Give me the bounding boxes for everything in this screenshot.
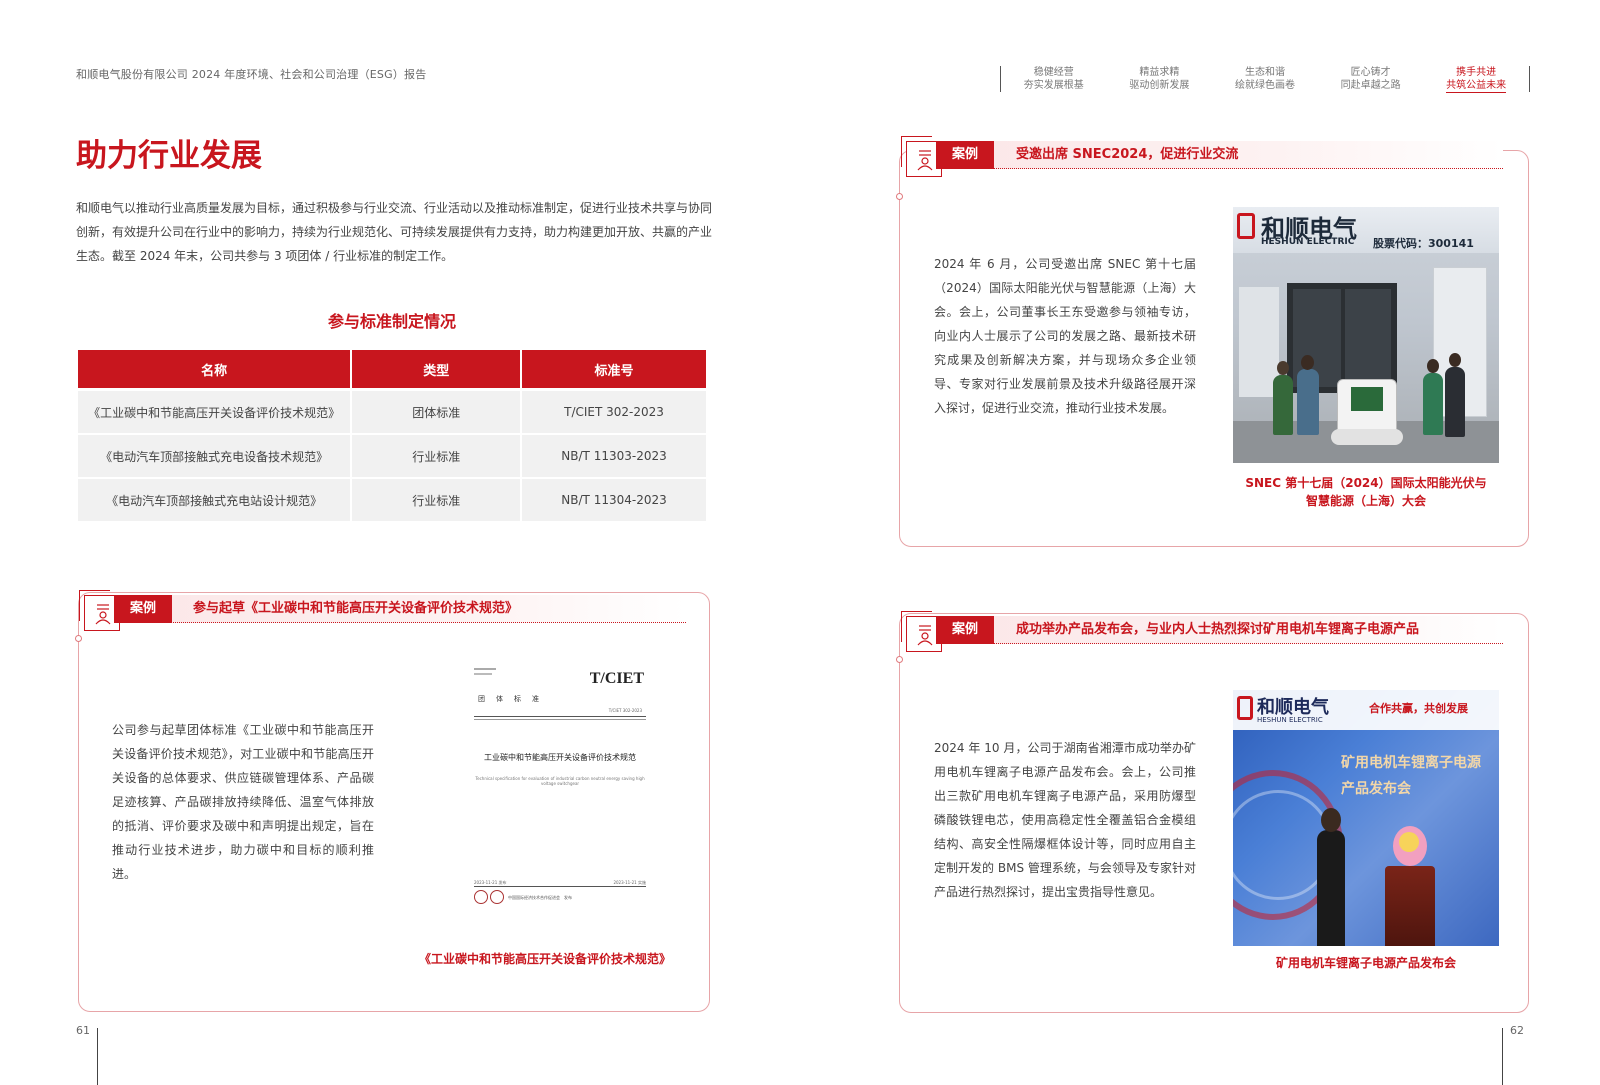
case-title: 参与起草《工业碳中和节能高压开关设备评价技术规范》 [193,601,519,616]
doc-title-en: Technical specification for evaluation o… [475,776,645,786]
case-title: 受邀出席 SNEC2024，促进行业交流 [1016,147,1239,162]
table-cell: T/CIET 302-2023 [522,391,706,435]
nav-item-line2: 共筑公益未来 [1446,80,1507,93]
image-caption: 《工业碳中和节能高压开关设备评价技术规范》 [418,952,671,966]
table-cell: 《电动汽车顶部接触式充电站设计规范》 [78,479,351,523]
booth-sign-en: HESHUN ELECTRIC [1261,237,1355,247]
table-cell: 团体标准 [352,391,521,435]
table-cell: 《工业碳中和节能高压开关设备评价技术规范》 [78,391,351,435]
banner-line1: 矿用电机车锂离子电源 [1341,755,1481,771]
footer-rule [97,1028,98,1085]
banner-slogan: 合作共赢，共创发展 [1369,702,1468,715]
case-text: 公司参与起草团体标准《工业碳中和节能高压开关设备评价技术规范》，对工业碳中和节能… [112,723,374,881]
banner-brand-en: HESHUN ELECTRIC [1257,716,1323,724]
banner-line2: 产品发布会 [1341,781,1411,797]
brand-logo-icon [1237,696,1253,720]
case-tag: 案例 [936,141,995,169]
doc-title-cn: 工业碳中和节能高压开关设备评价技术规范 [484,753,636,762]
booth-stock-code: 股票代码：300141 [1373,237,1474,250]
table-row: 《电动汽车顶部接触式充电站设计规范》 行业标准 NB/T 11304-2023 [78,479,706,523]
image-caption-line2: 智慧能源（上海）大会 [1305,494,1426,508]
image-caption: 矿用电机车锂离子电源产品发布会 [1275,956,1456,970]
nav-item-operations[interactable]: 稳健经营 夯实发展根基 [1001,66,1107,92]
brand-logo-icon [1237,213,1255,239]
nav-item-line1: 稳健经营 [1033,67,1074,78]
table-row: 《电动汽车顶部接触式充电设备技术规范》 行业标准 NB/T 11303-2023 [78,435,706,479]
page-number-left: 61 [76,1024,90,1037]
standard-document-cover: T/CIET 团 体 标 准 T/CIET 302-2023 工业碳中和节能高压… [470,664,650,924]
nav-item-line1: 生态和谐 [1244,67,1285,78]
decor-dot [896,193,903,200]
case-tag: 案例 [114,595,173,623]
report-title: 和顺电气股份有限公司 2024 年度环境、社会和公司治理（ESG）报告 [76,68,427,81]
nav-item-talent[interactable]: 匠心铸才 同赴卓越之路 [1318,66,1424,92]
section-nav: 稳健经营 夯实发展根基 精益求精 驱动创新发展 生态和谐 绘就绿色画卷 匠心铸才… [1000,66,1530,93]
table-header-type: 类型 [352,350,521,391]
decor-dot [896,656,903,663]
table-title: 参与标准制定情况 [327,312,456,331]
page-number-right: 62 [1510,1024,1524,1037]
nav-item-environment[interactable]: 生态和谐 绘就绿色画卷 [1212,66,1318,92]
standards-table: 名称 类型 标准号 《工业碳中和节能高压开关设备评价技术规范》 团体标准 T/C… [76,350,708,523]
launch-event-photo: 和顺电气 HESHUN ELECTRIC 合作共赢，共创发展 矿用电机车锂离子电… [1233,690,1499,946]
doc-issuer: 中国国际经济技术合作促进会 发布 [508,895,572,900]
table-row: 《工业碳中和节能高压开关设备评价技术规范》 团体标准 T/CIET 302-20… [78,391,706,435]
nav-item-line2: 驱动创新发展 [1129,80,1190,91]
doc-brand: T/CIET [589,670,644,687]
case-tag: 案例 [936,616,995,644]
table-cell: 行业标准 [352,479,521,523]
footer-rule [1502,1028,1503,1085]
page-heading: 助力行业发展 [76,138,262,174]
table-cell: 《电动汽车顶部接触式充电设备技术规范》 [78,435,351,479]
table-cell: NB/T 11304-2023 [522,479,706,523]
snec-booth-photo: 和顺电气 HESHUN ELECTRIC 股票代码：300141 [1233,207,1499,463]
table-header-code: 标准号 [522,350,706,391]
nav-item-line1: 携手共进 [1456,67,1497,78]
table-cell: 行业标准 [352,435,521,479]
nav-item-line2: 同赴卓越之路 [1340,80,1401,91]
image-caption-line1: SNEC 第十七届（2024）国际太阳能光伏与 [1245,476,1487,490]
nav-item-line1: 精益求精 [1139,67,1180,78]
intro-paragraph: 和顺电气以推动行业高质量发展为目标，通过积极参与行业交流、行业活动以及推动标准制… [76,201,713,263]
doc-code-line: T/CIET 302-2023 [608,708,642,713]
nav-item-line2: 绘就绿色画卷 [1234,80,1295,91]
table-cell: NB/T 11303-2023 [522,435,706,479]
case-text: 2024 年 6 月，公司受邀出席 SNEC 第十七届（2024）国际太阳能光伏… [934,257,1196,415]
case-text: 2024 年 10 月，公司于湖南省湘潭市成功举办矿用电机车锂离子电源产品发布会… [934,741,1196,899]
doc-org-line: 团 体 标 准 [478,695,541,703]
decor-dot [75,635,82,642]
image-caption: SNEC 第十七届（2024）国际太阳能光伏与 智慧能源（上海）大会 [1218,474,1514,510]
nav-item-line1: 匠心铸才 [1350,67,1391,78]
table-header-name: 名称 [78,350,351,391]
case-title: 成功举办产品发布会，与业内人士热烈探讨矿用电机车锂离子电源产品 [1016,622,1420,637]
nav-item-community[interactable]: 携手共进 共筑公益未来 [1423,66,1529,93]
seal-icon [490,890,504,904]
seal-icon [474,890,488,904]
nav-item-innovation[interactable]: 精益求精 驱动创新发展 [1107,66,1213,92]
nav-item-line2: 夯实发展根基 [1023,80,1084,91]
